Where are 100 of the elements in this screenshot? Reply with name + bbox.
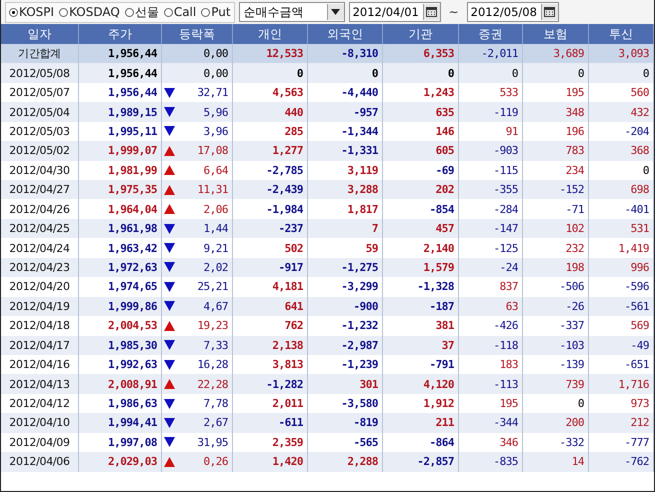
- amount-cell: 0: [308, 63, 383, 83]
- amount-cell: 368: [589, 141, 654, 161]
- price-cell: 1,999,07: [79, 141, 162, 161]
- date-field[interactable]: 2012/05/08: [466, 2, 559, 22]
- change-cell: 9,21: [204, 242, 228, 255]
- change-cell: 0,00: [204, 47, 228, 60]
- amount-cell: -565: [308, 432, 383, 452]
- amount-cell: 37: [383, 336, 459, 355]
- change-cell: 16,28: [197, 358, 228, 372]
- amount-cell: 560: [589, 82, 654, 102]
- measure-dropdown[interactable]: 순매수금액: [238, 2, 345, 22]
- column-header[interactable]: 등락폭: [162, 24, 233, 44]
- change-cell: 25,21: [197, 280, 228, 294]
- amount-cell: 1,277: [233, 141, 308, 161]
- change-cell: 11,31: [197, 183, 228, 196]
- amount-cell: -49: [589, 336, 654, 355]
- market-radio[interactable]: KOSPI: [9, 5, 54, 19]
- amount-cell: -204: [589, 122, 654, 142]
- date-cell: 2012/05/02: [1, 141, 79, 161]
- change-cell: 31,95: [197, 436, 228, 449]
- column-header[interactable]: 주가: [79, 24, 162, 44]
- amount-cell: -1,344: [308, 122, 383, 142]
- amount-cell: 202: [383, 180, 459, 200]
- market-radio[interactable]: KOSDAQ: [59, 5, 120, 19]
- amount-cell: -344: [459, 413, 523, 433]
- amount-cell: 4,120: [383, 374, 459, 394]
- change-cell: 2,67: [204, 416, 228, 430]
- date-cell: 2012/05/07: [1, 82, 79, 102]
- price-cell: 1,975,35: [79, 180, 162, 200]
- amount-cell: -835: [459, 452, 523, 472]
- column-header[interactable]: 증권: [459, 24, 523, 44]
- amount-cell: -2,011: [459, 44, 523, 64]
- amount-cell: 301: [308, 374, 383, 394]
- amount-cell: 0: [233, 63, 308, 83]
- amount-cell: 7: [308, 218, 383, 238]
- amount-cell: 996: [589, 258, 654, 278]
- date-field[interactable]: 2012/04/01: [348, 2, 441, 22]
- change-cell: 4,67: [204, 300, 228, 313]
- amount-cell: -118: [459, 336, 523, 355]
- radio-circle-icon[interactable]: [164, 8, 173, 16]
- column-header[interactable]: 투신: [589, 24, 654, 44]
- amount-cell: -2,785: [233, 160, 308, 180]
- amount-cell: 533: [459, 82, 523, 102]
- date-cell: 2012/05/03: [1, 122, 79, 142]
- amount-cell: 0: [383, 63, 459, 83]
- radio-label: KOSDAQ: [69, 5, 120, 19]
- amount-cell: 4,563: [233, 82, 308, 102]
- amount-cell: -561: [589, 296, 654, 316]
- amount-cell: 6,353: [383, 44, 459, 64]
- amount-cell: 457: [383, 218, 459, 238]
- column-header[interactable]: 일자: [1, 24, 79, 44]
- amount-cell: -864: [383, 432, 459, 452]
- amount-cell: -2,857: [383, 452, 459, 472]
- amount-cell: 195: [459, 394, 523, 414]
- amount-cell: 1,579: [383, 258, 459, 278]
- date-cell: 2012/04/06: [1, 452, 79, 472]
- date-cell: 2012/04/27: [1, 180, 79, 200]
- amount-cell: -762: [589, 452, 654, 472]
- date-cell: 2012/04/09: [1, 432, 79, 452]
- amount-cell: -1,282: [233, 374, 308, 394]
- amount-cell: 3,119: [308, 160, 383, 180]
- amount-cell: 2,138: [233, 336, 308, 355]
- radio-circle-icon[interactable]: [9, 8, 18, 16]
- price-cell: 1,981,99: [79, 160, 162, 180]
- amount-cell: 195: [523, 82, 589, 102]
- radio-label: 선물: [134, 4, 159, 20]
- price-cell: 1,961,98: [79, 218, 162, 238]
- amount-cell: 635: [383, 102, 459, 122]
- amount-cell: 14: [523, 452, 589, 472]
- market-radio[interactable]: Put: [201, 5, 231, 19]
- amount-cell: 605: [383, 141, 459, 161]
- amount-cell: 973: [589, 394, 654, 414]
- change-cell: 0,00: [204, 66, 228, 80]
- column-header[interactable]: 개인: [233, 24, 308, 44]
- radio-circle-icon[interactable]: [59, 8, 68, 16]
- amount-cell: -152: [523, 180, 589, 200]
- price-cell: 1,956,44: [79, 82, 162, 102]
- radio-circle-icon[interactable]: [201, 8, 210, 16]
- price-cell: 1,989,15: [79, 102, 162, 122]
- amount-cell: 3,288: [308, 180, 383, 200]
- amount-cell: -139: [523, 354, 589, 374]
- amount-cell: 2,288: [308, 452, 383, 472]
- amount-cell: -903: [459, 141, 523, 161]
- change-cell: 3,96: [204, 124, 228, 138]
- price-cell: 1,972,63: [79, 258, 162, 278]
- market-radio[interactable]: 선물: [124, 4, 159, 20]
- date-cell: 2012/04/10: [1, 413, 79, 433]
- radio-circle-icon[interactable]: [124, 8, 134, 16]
- amount-cell: 63: [459, 296, 523, 316]
- market-radio[interactable]: Call: [164, 5, 196, 19]
- change-cell: 2,02: [204, 260, 228, 274]
- amount-cell: -8,310: [308, 44, 383, 64]
- column-header[interactable]: 보험: [523, 24, 589, 44]
- amount-cell: -791: [383, 354, 459, 374]
- amount-cell: 212: [589, 413, 654, 433]
- column-header[interactable]: 기관: [383, 24, 459, 44]
- amount-cell: 3,813: [233, 354, 308, 374]
- amount-cell: -147: [459, 218, 523, 238]
- amount-cell: 3,689: [523, 44, 589, 64]
- column-header[interactable]: 외국인: [308, 24, 383, 44]
